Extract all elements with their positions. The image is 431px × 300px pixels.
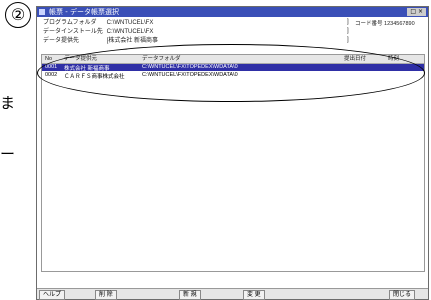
program-folder-row: プログラムフォルダ C:\WNTUCEL\FX: [43, 19, 153, 28]
program-folder-label: プログラムフォルダ: [43, 20, 97, 26]
new-button[interactable]: 新 規: [179, 290, 201, 300]
app-icon: [39, 9, 45, 15]
install-folder-value: C:\WNTUCEL\FX: [106, 29, 154, 35]
window-title: 帳票 - データ帳票選択: [49, 8, 119, 16]
side-text-2: ー: [0, 145, 16, 163]
function-key-bar: ヘルプ 削 除 新 規 変 更 閉じる: [37, 288, 428, 300]
install-folder-label: データインストール先: [43, 29, 103, 35]
delete-button[interactable]: 削 除: [95, 290, 117, 300]
install-folder-row: データインストール先 C:\WNTUCEL\FX: [43, 28, 153, 37]
edit-button[interactable]: 変 更: [243, 290, 265, 300]
highlight-ellipse: [37, 44, 425, 102]
close-button[interactable]: 閉じる: [389, 290, 416, 300]
side-text-1: ま: [0, 94, 16, 112]
title-bar: 帳票 - データ帳票選択 □ ×: [37, 7, 428, 17]
bracket-3: ]: [347, 37, 349, 43]
provider-row: データ提供先 [株式会社 新福商事: [43, 37, 158, 46]
bracket-1: ]: [347, 19, 349, 25]
code-value: 1234567890: [384, 21, 415, 27]
window-controls[interactable]: □ ×: [407, 8, 426, 16]
provider-value: [株式会社 新福商事: [106, 38, 159, 44]
program-folder-value: C:\WNTUCEL\FX: [106, 20, 154, 26]
help-button[interactable]: ヘルプ: [39, 290, 66, 300]
provider-label: データ提供先: [43, 38, 80, 44]
code-label: コード番号: [355, 21, 383, 27]
callout-marker: ②: [5, 2, 31, 28]
bracket-2: ]: [347, 28, 349, 34]
code-number: コード番号 1234567890: [355, 19, 415, 27]
